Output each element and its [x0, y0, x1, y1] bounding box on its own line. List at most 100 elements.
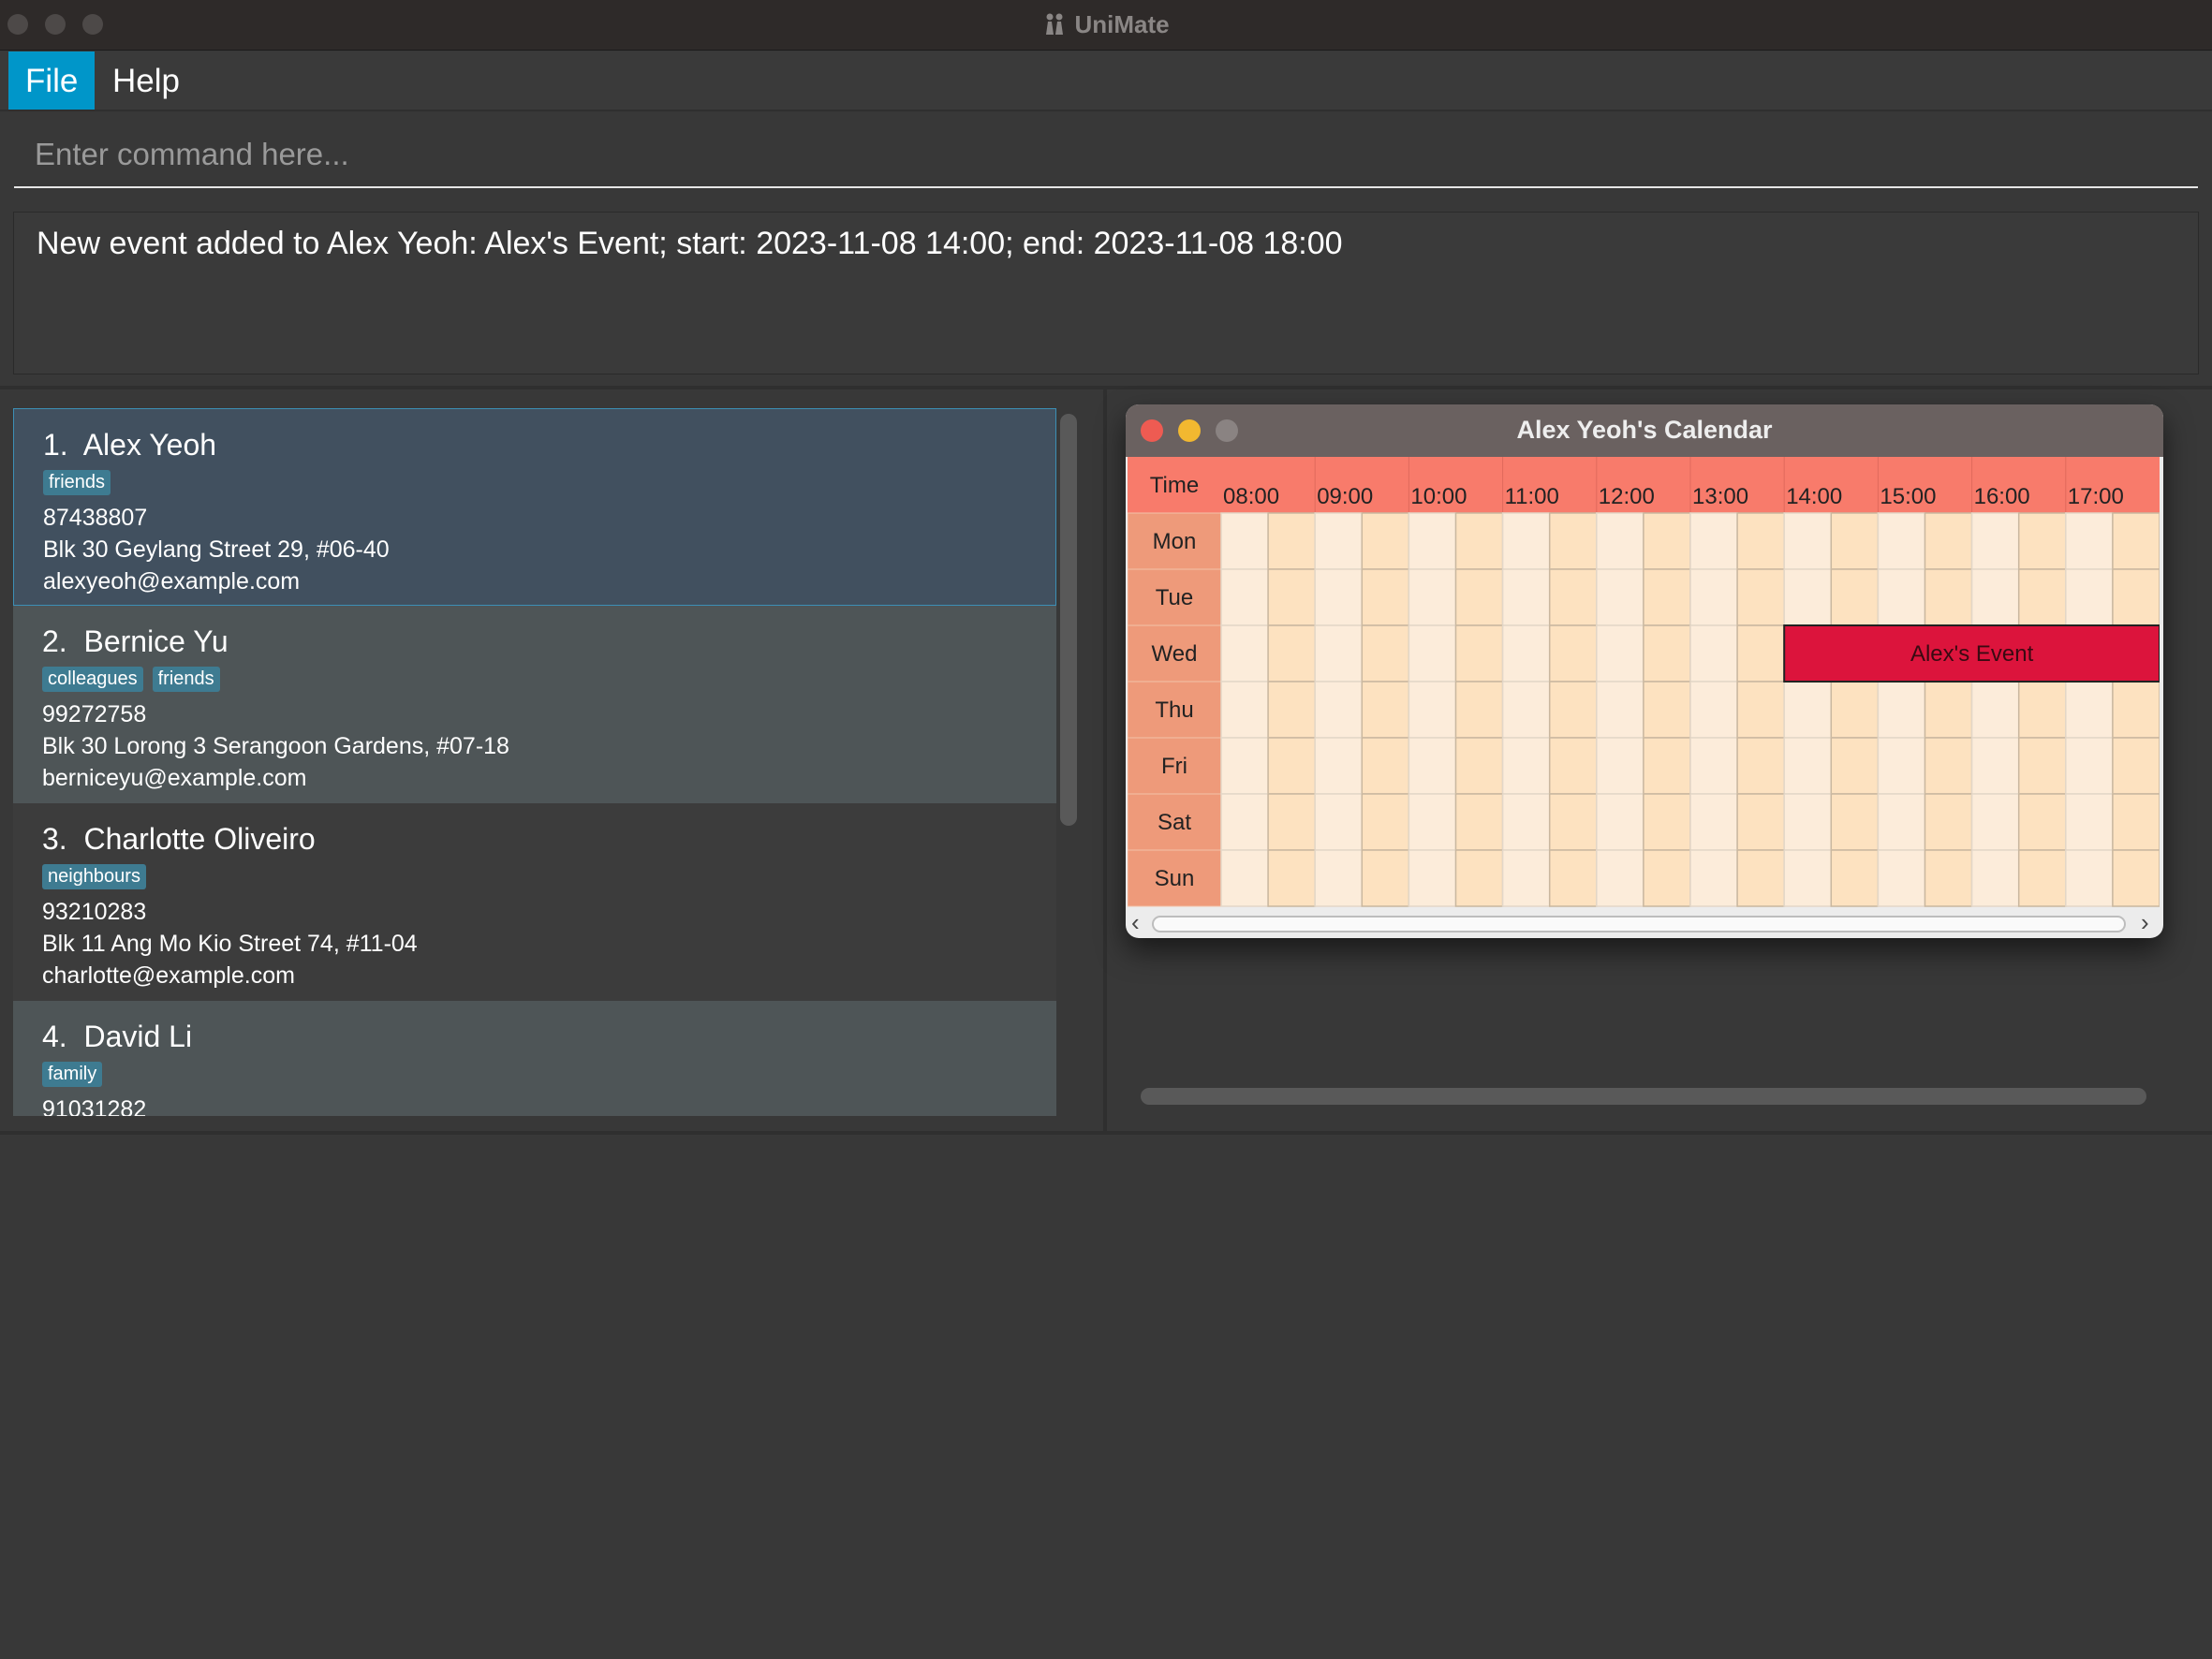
- calendar-grid: Time 08:00 09:00 10:00 11:00 12:00 13:00 14:00 1…: [1128, 457, 2160, 908]
- time-slot: [1408, 681, 1457, 739]
- time-slot: [1314, 793, 1364, 851]
- time-slot: [1783, 568, 1833, 626]
- time-slot: [1736, 568, 1785, 626]
- time-slot: [1314, 512, 1364, 570]
- time-slot: [1220, 737, 1269, 795]
- time-slot: [1267, 681, 1316, 739]
- person-card[interactable]: 3. Charlotte Oliveiro neighbours 9321028…: [13, 803, 1056, 1001]
- person-card[interactable]: 2. Bernice Yu colleagues friends 99272758…: [13, 606, 1056, 803]
- time-slot: [1314, 849, 1364, 907]
- time-slot: [1830, 681, 1880, 739]
- time-slot: [1314, 568, 1364, 626]
- scroll-right-icon[interactable]: ›: [2141, 908, 2149, 937]
- time-slot: [1643, 793, 1691, 851]
- time-slot: [2017, 793, 2067, 851]
- time-slot: [1924, 681, 1973, 739]
- time-slot: [1548, 624, 1598, 683]
- calendar-horizontal-scrollbar[interactable]: [1152, 916, 2126, 932]
- time-slot: [1220, 568, 1269, 626]
- time-slot: [1970, 568, 2020, 626]
- time-slot: [1408, 793, 1457, 851]
- person-card[interactable]: 1. Alex Yeoh friends 87438807 Blk 30 Gey…: [13, 408, 1056, 606]
- hour-label: 11:00: [1505, 484, 1559, 509]
- time-slot: [1830, 849, 1880, 907]
- time-slot: [1924, 737, 1973, 795]
- time-slot: [1783, 681, 1833, 739]
- time-slot: [1783, 737, 1833, 795]
- time-slot: [1267, 737, 1316, 795]
- time-slot: [1314, 624, 1364, 683]
- calendar-title: Alex Yeoh's Calendar: [1516, 416, 1773, 444]
- window-title: UniMate: [0, 10, 2212, 39]
- person-card[interactable]: 4. David Li family 91031282: [13, 1001, 1056, 1116]
- person-phone: 93210283: [42, 899, 147, 925]
- time-slot: [1220, 681, 1269, 739]
- time-slot: [1408, 849, 1457, 907]
- time-slot: [1689, 849, 1738, 907]
- time-header-label: Time: [1150, 473, 1199, 498]
- time-slot: [1220, 793, 1269, 851]
- result-message: New event added to Alex Yeoh: Alex's Eve…: [37, 226, 1343, 261]
- person-list-scrollbar[interactable]: [1060, 414, 1077, 826]
- time-slot: [1361, 512, 1410, 570]
- person-address: Blk 30 Geylang Street 29, #06-40: [43, 536, 390, 563]
- day-label: Tue: [1156, 585, 1193, 610]
- time-slot: [1924, 568, 1973, 626]
- time-slot: [1924, 793, 1973, 851]
- result-display: New event added to Alex Yeoh: Alex's Eve…: [13, 212, 2199, 374]
- time-slot: [1454, 568, 1504, 626]
- time-slot: [2065, 568, 2114, 626]
- day-label: Sun: [1155, 866, 1195, 891]
- hour-label: 17:00: [2068, 484, 2124, 509]
- time-slot: [2065, 737, 2114, 795]
- calendar-panel-scrollbar[interactable]: [1141, 1088, 2146, 1105]
- time-slot: [1830, 737, 1880, 795]
- time-slot: [1267, 793, 1316, 851]
- time-slot: [2065, 849, 2114, 907]
- time-slot: [1596, 793, 1644, 851]
- time-slot: [1454, 512, 1504, 570]
- time-slot: [1643, 512, 1691, 570]
- person-address: Blk 11 Ang Mo Kio Street 74, #11-04: [42, 931, 418, 957]
- hour-label: 15:00: [1880, 484, 1936, 509]
- tag: friends: [152, 667, 220, 692]
- time-slot: [1501, 568, 1551, 626]
- hour-label: 09:00: [1317, 484, 1373, 509]
- time-slot: [1783, 849, 1833, 907]
- time-slot: [1830, 568, 1880, 626]
- menu-help[interactable]: Help: [96, 51, 197, 111]
- time-slot: [1970, 681, 2020, 739]
- time-slot: [1501, 681, 1551, 739]
- app-logo-icon: [1046, 13, 1064, 35]
- time-slot: [1689, 681, 1738, 739]
- time-slot: [2112, 681, 2160, 739]
- tag-list: colleagues friends: [42, 667, 1027, 695]
- scroll-left-icon[interactable]: ‹: [1131, 908, 1140, 937]
- time-slot: [1548, 512, 1598, 570]
- person-name: 1. Alex Yeoh: [43, 428, 217, 462]
- time-slot: [1267, 568, 1316, 626]
- person-email: berniceyu@example.com: [42, 765, 307, 791]
- calendar-window: Alex Yeoh's Calendar Time 08:00 09:00 10:00…: [1126, 404, 2163, 938]
- time-slot: [1596, 512, 1644, 570]
- command-input[interactable]: [14, 126, 2198, 183]
- day-label: Thu: [1155, 697, 1193, 723]
- hour-label: 10:00: [1410, 484, 1467, 509]
- command-box: [14, 126, 2198, 188]
- time-slot: [2112, 737, 2160, 795]
- time-slot: [1454, 849, 1504, 907]
- time-slot: [1596, 624, 1644, 683]
- window-title-bar: UniMate: [0, 0, 2212, 51]
- calendar-title-bar: Alex Yeoh's Calendar: [1126, 404, 2163, 457]
- time-slot: [1548, 849, 1598, 907]
- time-slot: [2017, 737, 2067, 795]
- time-slot: [1501, 512, 1551, 570]
- time-slot: [1643, 624, 1691, 683]
- time-slot: [1314, 737, 1364, 795]
- time-slot: [2112, 568, 2160, 626]
- person-phone: 91031282: [42, 1096, 147, 1116]
- divider: [0, 1131, 2212, 1135]
- menu-file[interactable]: File: [8, 51, 96, 110]
- person-name: 3. Charlotte Oliveiro: [42, 822, 316, 856]
- time-slot: [1361, 624, 1410, 683]
